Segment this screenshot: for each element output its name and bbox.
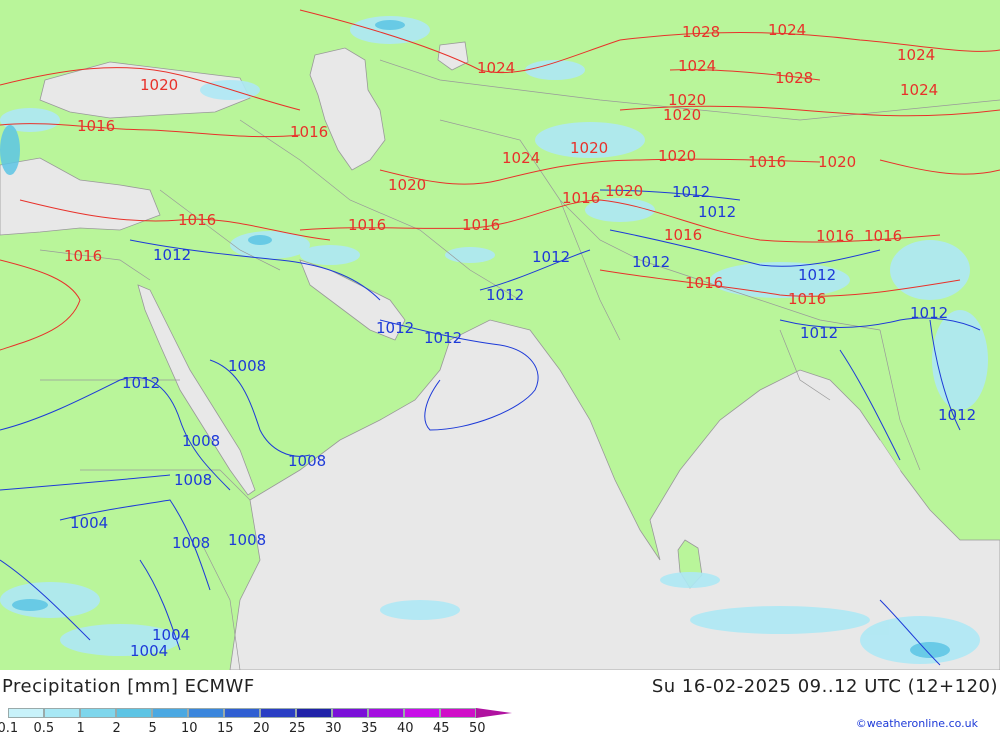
isobar-label: 1024 <box>678 57 716 75</box>
isobar-label: 1008 <box>172 534 210 552</box>
isobar-label: 1012 <box>910 304 948 322</box>
isobar-label: 1028 <box>682 23 720 41</box>
color-scale-label: 2 <box>112 721 121 736</box>
color-scale-swatch <box>44 708 80 718</box>
isobar-label: 1008 <box>174 471 212 489</box>
isobar-label: 1012 <box>798 266 836 284</box>
isobar-label: 1008 <box>228 531 266 549</box>
color-scale-swatch <box>8 708 44 718</box>
isobar-label: 1012 <box>632 253 670 271</box>
color-scale-swatch <box>188 708 224 718</box>
isobar-label: 1016 <box>664 226 702 244</box>
isobar-label: 1016 <box>685 274 723 292</box>
color-scale-swatch <box>332 708 368 718</box>
color-scale-label: 50 <box>469 721 486 736</box>
map-footer: Precipitation [mm] ECMWF Su 16-02-2025 0… <box>0 670 1000 736</box>
color-scale-label: 40 <box>397 721 414 736</box>
isobar-label: 1024 <box>768 21 806 39</box>
color-scale-label: 0.5 <box>33 721 55 736</box>
color-scale-swatch <box>404 708 440 718</box>
isobar-label: 1012 <box>122 374 160 392</box>
color-scale-label: 1 <box>76 721 85 736</box>
isobar-label: 1016 <box>562 189 600 207</box>
color-scale-label: 0.1 <box>0 721 19 736</box>
precipitation-color-scale <box>8 708 512 720</box>
color-scale-swatch <box>296 708 332 718</box>
isobar-label: 1020 <box>663 106 701 124</box>
isobar-label: 1012 <box>486 286 524 304</box>
color-scale-swatch <box>116 708 152 718</box>
isobar-label: 1016 <box>748 153 786 171</box>
isobar-label: 1016 <box>462 216 500 234</box>
isobar-label: 1024 <box>502 149 540 167</box>
color-scale-label: 15 <box>217 721 234 736</box>
color-scale-label: 25 <box>289 721 306 736</box>
isobar-label: 1012 <box>424 329 462 347</box>
isobar-label: 1012 <box>672 183 710 201</box>
isobar-label: 1012 <box>698 203 736 221</box>
isobar-label: 1016 <box>864 227 902 245</box>
color-scale-label: 45 <box>433 721 450 736</box>
isobar-label: 1024 <box>897 46 935 64</box>
isobar-label: 1008 <box>288 452 326 470</box>
color-scale-arrow <box>476 708 512 718</box>
color-scale-label: 5 <box>148 721 157 736</box>
isobar-label: 1020 <box>658 147 696 165</box>
isobar-label: 1012 <box>376 319 414 337</box>
isobar-label: 1016 <box>178 211 216 229</box>
color-scale-label: 20 <box>253 721 270 736</box>
isobar-label: 1004 <box>130 642 168 660</box>
isobar-label: 1020 <box>818 153 856 171</box>
color-scale-label: 35 <box>361 721 378 736</box>
color-scale-swatch <box>152 708 188 718</box>
isobar-label: 1020 <box>140 76 178 94</box>
isobar-label: 1012 <box>532 248 570 266</box>
map-title: Precipitation [mm] ECMWF <box>2 676 255 697</box>
isobar-label: 1004 <box>70 514 108 532</box>
isobar-label: 1024 <box>900 81 938 99</box>
isobar-label: 1016 <box>290 123 328 141</box>
credit-text: ©weatheronline.co.uk <box>855 717 978 730</box>
weather-map: 1028 1024 1024 1024 1028 1024 1024 1020 … <box>0 0 1000 670</box>
isobar-label: 1012 <box>938 406 976 424</box>
isobar-label: 1028 <box>775 69 813 87</box>
color-scale-swatch <box>368 708 404 718</box>
isobar-label: 1012 <box>800 324 838 342</box>
color-scale-swatch <box>224 708 260 718</box>
isobar-label: 1020 <box>605 182 643 200</box>
isobar-label: 1016 <box>788 290 826 308</box>
color-scale-swatch <box>260 708 296 718</box>
color-scale-label: 10 <box>181 721 198 736</box>
isobar-label: 1016 <box>64 247 102 265</box>
isobar-label: 1020 <box>388 176 426 194</box>
forecast-datetime: Su 16-02-2025 09..12 UTC (12+120) <box>651 676 998 697</box>
isobar-label: 1008 <box>228 357 266 375</box>
isobar-label: 1020 <box>570 139 608 157</box>
isobar-label: 1012 <box>153 246 191 264</box>
isobar-label: 1016 <box>816 227 854 245</box>
isobar-label: 1008 <box>182 432 220 450</box>
color-scale-swatch <box>80 708 116 718</box>
isobar-label: 1016 <box>348 216 386 234</box>
isobar-label: 1016 <box>77 117 115 135</box>
isobar-label: 1024 <box>477 59 515 77</box>
color-scale-label: 30 <box>325 721 342 736</box>
color-scale-swatch <box>440 708 476 718</box>
